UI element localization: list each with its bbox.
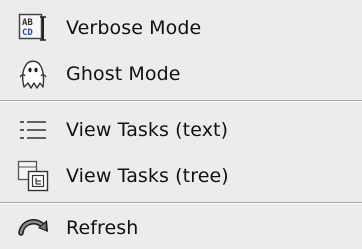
- refresh-arrow-icon: [14, 209, 52, 247]
- svg-text:CD: CD: [22, 28, 33, 38]
- menu-item-label: Refresh: [66, 217, 139, 239]
- menu-item-ghost-mode[interactable]: Ghost Mode: [0, 54, 362, 94]
- menu-separator: [0, 202, 362, 204]
- tree-view-icon: [14, 157, 52, 195]
- ghost-icon: [14, 55, 52, 93]
- context-menu: AB CD Verbose Mode Ghost Mode View Tasks…: [0, 0, 362, 249]
- menu-item-view-tasks-text[interactable]: View Tasks (text): [0, 110, 362, 150]
- menu-item-view-tasks-tree[interactable]: View Tasks (tree): [0, 156, 362, 196]
- menu-item-label: View Tasks (tree): [66, 165, 229, 187]
- verbose-abc-icon: AB CD: [14, 9, 52, 47]
- menu-item-refresh[interactable]: Refresh: [0, 208, 362, 248]
- menu-item-label: View Tasks (text): [66, 119, 229, 141]
- menu-item-label: Ghost Mode: [66, 63, 181, 85]
- menu-separator: [0, 100, 362, 102]
- menu-item-verbose-mode[interactable]: AB CD Verbose Mode: [0, 8, 362, 48]
- menu-item-label: Verbose Mode: [66, 17, 202, 39]
- list-view-icon: [14, 111, 52, 149]
- svg-text:AB: AB: [22, 18, 33, 28]
